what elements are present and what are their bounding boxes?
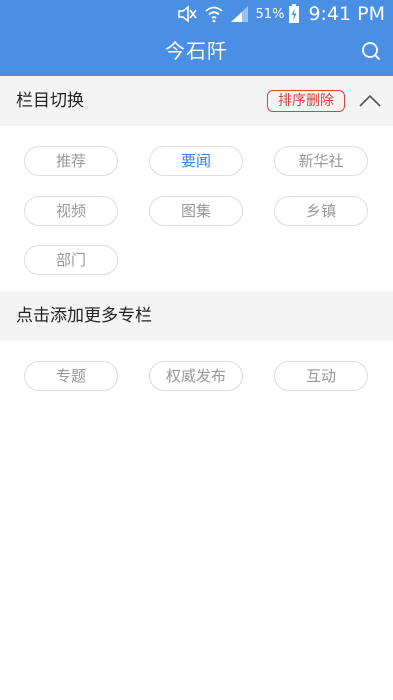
channel-switch-title: 栏目切换 bbox=[16, 91, 84, 111]
battery-percent: 51% bbox=[255, 6, 285, 22]
search-button[interactable] bbox=[357, 37, 385, 65]
status-icons: 51% 9:41 PM bbox=[176, 3, 385, 25]
channel-chip-gallery[interactable]: 图集 bbox=[149, 196, 243, 226]
channel-chip-video[interactable]: 视频 bbox=[24, 196, 118, 226]
app-header: 51% 9:41 PM 今石阡 bbox=[0, 0, 393, 76]
channel-chip-interaction[interactable]: 互动 bbox=[274, 361, 368, 391]
channel-chip-departments[interactable]: 部门 bbox=[24, 245, 118, 275]
collapse-button[interactable] bbox=[357, 89, 383, 113]
channel-chip-topics[interactable]: 专题 bbox=[24, 361, 118, 391]
sort-delete-button[interactable]: 排序删除 bbox=[267, 90, 345, 112]
channel-chip-towns[interactable]: 乡镇 bbox=[274, 196, 368, 226]
page-title: 今石阡 bbox=[165, 39, 228, 63]
wifi-icon bbox=[204, 5, 224, 23]
clock: 9:41 PM bbox=[308, 3, 385, 25]
channel-chip-headlines[interactable]: 要闻 bbox=[149, 146, 243, 176]
mute-icon bbox=[176, 5, 198, 23]
signal-icon bbox=[230, 5, 250, 23]
chevron-up-icon bbox=[359, 94, 381, 107]
channel-chip-recommend[interactable]: 推荐 bbox=[24, 146, 118, 176]
channel-chip-official-release[interactable]: 权威发布 bbox=[149, 361, 243, 391]
channel-chip-xinhua[interactable]: 新华社 bbox=[274, 146, 368, 176]
search-icon bbox=[362, 42, 380, 60]
channel-switch-bar: 栏目切换 排序删除 bbox=[0, 76, 393, 126]
add-more-bar: 点击添加更多专栏 bbox=[0, 291, 393, 341]
status-bar: 51% 9:41 PM bbox=[0, 0, 393, 28]
add-more-title: 点击添加更多专栏 bbox=[16, 306, 152, 326]
battery-charging-icon bbox=[288, 4, 300, 24]
